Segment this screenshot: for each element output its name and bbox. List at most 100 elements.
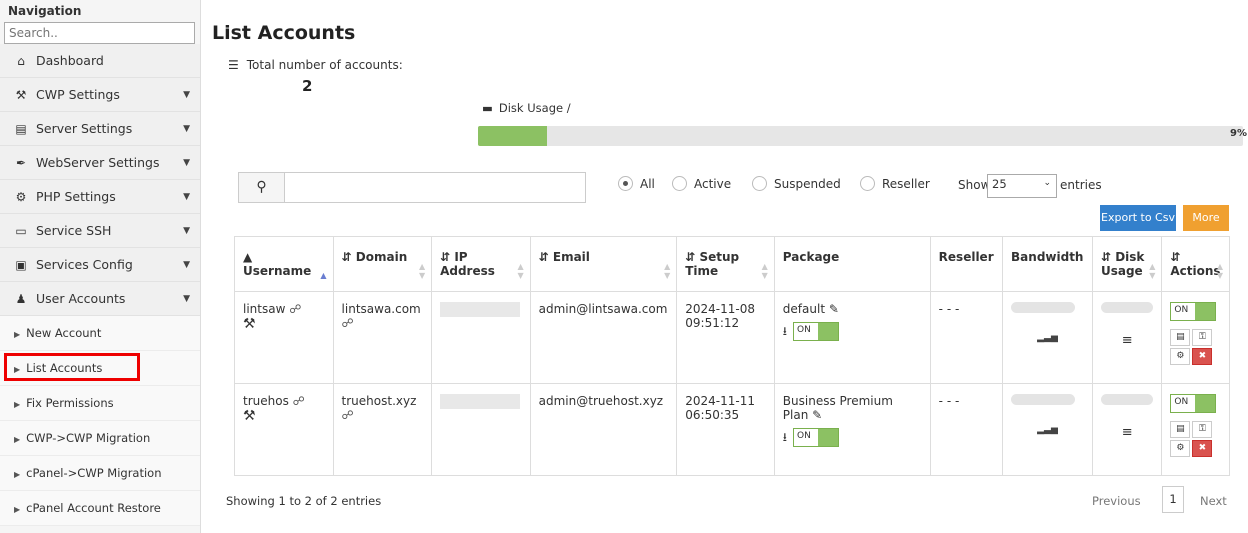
search-icon: ⚲ [256, 179, 267, 195]
sidebar-item-webserver-settings[interactable]: ✒ WebServer Settings ▼ [0, 146, 200, 180]
entries-select[interactable]: 25 ⌄ [987, 174, 1057, 198]
link-icon[interactable]: ☍ [293, 394, 305, 408]
filter-suspended[interactable]: Suspended [752, 176, 841, 191]
caret-down-icon: ▼ [183, 260, 190, 270]
col-domain[interactable]: ⇵ Domain ▲ ▼ [332, 236, 433, 292]
install-icon[interactable]: ⭳ [783, 324, 787, 338]
document-icon[interactable]: ▤ [1170, 421, 1191, 438]
caret-down-icon: ▼ [183, 226, 190, 236]
cell-username: truehos ☍ ⚒ [234, 383, 334, 476]
cell-disk-usage: ≡ [1091, 291, 1163, 384]
col-ip[interactable]: ⇵ IP Address ▲ ▼ [431, 236, 531, 292]
username-link[interactable]: lintsaw [243, 302, 285, 316]
entries-label: entries [1060, 178, 1102, 192]
export-csv-button[interactable]: Export to Csv [1100, 205, 1176, 231]
ip-redacted [440, 302, 521, 317]
radio-active[interactable] [672, 176, 687, 191]
domain-link[interactable]: truehost.xyz [342, 394, 417, 408]
home-icon: ⌂ [17, 54, 25, 68]
server-icon: ▤ [15, 122, 27, 136]
nav-search-input[interactable] [4, 22, 195, 44]
package-toggle[interactable]: ON [793, 322, 839, 341]
domain-link[interactable]: lintsawa.com [342, 302, 421, 316]
menu-icon[interactable]: ≡ [1101, 333, 1153, 348]
col-username[interactable]: ▲ Username ▲ [234, 236, 334, 292]
delete-icon[interactable]: ✖ [1192, 440, 1213, 457]
sidebar-subitem-cwp-cwp-migration[interactable]: ▶ CWP->CWP Migration [0, 421, 200, 456]
tools-icon[interactable]: ⚒ [243, 316, 256, 332]
gear-icon: ⚙ [15, 190, 27, 204]
link-icon[interactable]: ☍ [342, 408, 354, 422]
pagination-page-1[interactable]: 1 [1162, 486, 1184, 513]
edit-icon[interactable]: ✎ [812, 408, 822, 422]
sidebar-subitem-list-accounts[interactable]: ▶ List Accounts [0, 351, 200, 386]
sidebar-subitem-cpanel-account-restore[interactable]: ▶ cPanel Account Restore [0, 491, 200, 526]
link-icon[interactable]: ☍ [342, 316, 354, 330]
show-label: Show [958, 178, 991, 192]
page-title: List Accounts [212, 22, 356, 44]
tools-icon[interactable]: ⚒ [243, 408, 256, 424]
disk-usage-bar [478, 126, 1243, 146]
more-button[interactable]: More [1183, 205, 1229, 231]
username-link[interactable]: truehos [243, 394, 289, 408]
caret-right-icon: ▶ [14, 505, 21, 514]
sidebar-item-user-accounts[interactable]: ♟ User Accounts ▼ [0, 282, 200, 316]
package-toggle[interactable]: ON [793, 428, 839, 447]
cell-domain: lintsawa.com ☍ [332, 291, 433, 384]
filter-reseller[interactable]: Reseller [860, 176, 930, 191]
nav-title: Navigation [8, 4, 82, 18]
key-icon[interactable]: ⚿ [1192, 329, 1213, 346]
search-input[interactable] [284, 172, 586, 203]
account-toggle[interactable]: ON [1170, 302, 1217, 321]
pagination-next[interactable]: Next [1200, 494, 1227, 508]
radio-suspended[interactable] [752, 176, 767, 191]
menu-icon[interactable]: ≡ [1101, 425, 1153, 440]
document-icon[interactable]: ▤ [1170, 329, 1191, 346]
cell-ip [431, 291, 531, 384]
gear-icon[interactable]: ⚙ [1170, 440, 1191, 457]
account-toggle[interactable]: ON [1170, 394, 1217, 413]
sidebar-item-dashboard[interactable]: ⌂ Dashboard [0, 44, 200, 78]
cell-reseller: - - - [929, 383, 1004, 476]
showing-entries-text: Showing 1 to 2 of 2 entries [226, 494, 382, 508]
col-setup-time[interactable]: ⇵ Setup Time ▲ ▼ [676, 236, 775, 292]
disk-icon: ▬ [482, 101, 493, 115]
radio-reseller[interactable] [860, 176, 875, 191]
sidebar-item-services-config[interactable]: ▣ Services Config ▼ [0, 248, 200, 282]
key-icon[interactable]: ⚿ [1192, 421, 1213, 438]
link-icon[interactable]: ☍ [289, 302, 301, 316]
tools-icon: ⚒ [15, 88, 27, 102]
edit-icon[interactable]: ✎ [829, 302, 839, 316]
cell-email: admin@truehost.xyz [529, 383, 678, 476]
sidebar-subitem-label: cPanel Account Restore [26, 501, 161, 515]
radio-all[interactable] [618, 176, 633, 191]
active-highlight-box [4, 353, 140, 381]
caret-down-icon: ▼ [183, 192, 190, 202]
col-email[interactable]: ⇵ Email ▲ ▼ [529, 236, 678, 292]
sidebar-item-php-settings[interactable]: ⚙ PHP Settings ▼ [0, 180, 200, 214]
filter-all[interactable]: All [618, 176, 655, 191]
col-actions[interactable]: ⇵ Actions ▲ ▼ [1161, 236, 1230, 292]
cell-package: Business Premium Plan ✎ ⭳ ON [773, 383, 931, 476]
cell-package: default ✎ ⭳ ON [773, 291, 931, 384]
col-disk-usage[interactable]: ⇵ Disk Usage ▲ ▼ [1091, 236, 1163, 292]
sidebar-subitem-new-account[interactable]: ▶ New Account [0, 316, 200, 351]
sidebar-item-cwp-settings[interactable]: ⚒ CWP Settings ▼ [0, 78, 200, 112]
gear-icon[interactable]: ⚙ [1170, 348, 1191, 365]
package-name: default [782, 302, 826, 316]
delete-icon[interactable]: ✖ [1192, 348, 1213, 365]
sidebar-item-server-settings[interactable]: ▤ Server Settings ▼ [0, 112, 200, 146]
pagination-previous[interactable]: Previous [1092, 494, 1141, 508]
sidebar-subitem-cpanel-cwp-migration[interactable]: ▶ cPanel->CWP Migration [0, 456, 200, 491]
search-button[interactable]: ⚲ [238, 172, 284, 203]
total-accounts-label: ☰ Total number of accounts: [228, 58, 403, 72]
caret-right-icon: ▶ [14, 470, 21, 479]
disk-usage-percent: 9% [1230, 128, 1247, 139]
filter-active[interactable]: Active [672, 176, 731, 191]
install-icon[interactable]: ⭳ [783, 430, 787, 444]
cell-actions: ON ▤ ⚿ ⚙ ✖ [1161, 383, 1230, 476]
caret-right-icon: ▶ [14, 435, 21, 444]
disk-usage-fill [478, 126, 547, 146]
sidebar-subitem-fix-permissions[interactable]: ▶ Fix Permissions [0, 386, 200, 421]
sidebar-item-service-ssh[interactable]: ▭ Service SSH ▼ [0, 214, 200, 248]
